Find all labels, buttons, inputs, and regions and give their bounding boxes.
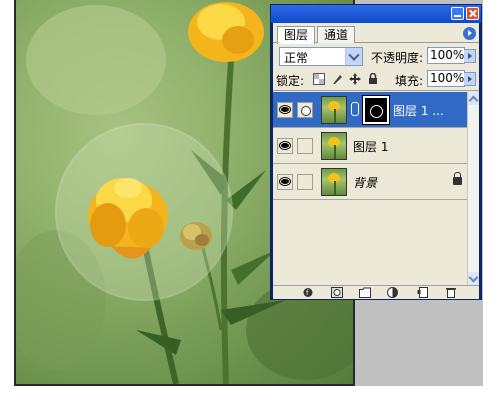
layer-row-layer1[interactable]: 图层 1 [273,128,467,164]
blend-mode-value: 正常 [284,51,309,65]
lock-all-icon[interactable] [367,73,379,85]
layers-list: 图层 1 ... 图层 1 背景 [273,92,467,285]
blend-mode-select[interactable]: 正常 [279,47,363,66]
scroll-up-icon[interactable] [468,92,479,105]
lock-icon [453,172,462,185]
chevron-down-icon[interactable] [345,48,362,65]
layer-name[interactable]: 图层 1 [353,138,388,155]
mask-mode-icon[interactable] [297,102,313,118]
new-group-icon[interactable] [359,287,371,298]
fill-input[interactable]: 100% [427,70,476,87]
layer-mask-thumbnail[interactable] [362,95,390,125]
opacity-value: 100% [430,48,465,62]
opacity-label: 不透明度: [371,51,424,65]
lock-label: 锁定: [276,74,305,88]
panel-tabs: 图层 通道 [273,23,479,44]
panel-bottom-toolbar: f [273,285,479,299]
layer-name[interactable]: 图层 1 ... [393,102,444,119]
lock-paint-icon[interactable] [331,73,343,85]
minimize-icon[interactable] [451,7,464,20]
eye-icon[interactable] [277,138,293,154]
eye-icon[interactable] [277,102,293,118]
adjustment-layer-icon[interactable] [387,287,399,298]
scroll-down-icon[interactable] [468,272,479,285]
panel-body: 图层 通道 正常 不透明度: 100% 锁定: 填充: 100% 图层 1 ..… [273,23,479,299]
opacity-slider-arrow-icon[interactable] [464,49,476,63]
lock-row: 锁定: 填充: 100% [273,69,479,91]
link-box-icon[interactable] [297,138,313,154]
layers-panel: 图层 通道 正常 不透明度: 100% 锁定: 填充: 100% 图层 1 ..… [270,4,482,300]
layer-row-layer1-copy[interactable]: 图层 1 ... [273,92,467,128]
fill-value: 100% [430,71,465,85]
layer-thumbnail[interactable] [321,168,347,196]
blend-row: 正常 不透明度: 100% [273,46,479,68]
layer-style-icon[interactable]: f [303,287,315,298]
panel-menu-icon[interactable] [463,27,476,40]
layer-row-background[interactable]: 背景 [273,164,467,200]
layer-thumbnail[interactable] [321,132,347,160]
layer-thumbnail[interactable] [321,96,347,124]
fill-slider-arrow-icon[interactable] [464,72,476,86]
lock-move-icon[interactable] [349,73,361,85]
opacity-input[interactable]: 100% [427,47,476,64]
layers-scrollbar[interactable] [467,92,479,285]
close-icon[interactable] [466,7,479,20]
add-mask-icon[interactable] [331,287,343,298]
eye-icon[interactable] [277,174,293,190]
new-layer-icon[interactable] [417,287,429,298]
delete-layer-icon[interactable] [445,287,457,298]
tab-layers[interactable]: 图层 [277,26,316,44]
panel-titlebar[interactable] [271,5,481,23]
fill-label: 填充: [395,74,424,88]
layer-name[interactable]: 背景 [353,174,377,191]
link-box-icon[interactable] [297,174,313,190]
chain-link-icon[interactable] [351,102,359,116]
tab-channels[interactable]: 通道 [317,26,356,43]
lock-transparent-icon[interactable] [313,73,325,85]
